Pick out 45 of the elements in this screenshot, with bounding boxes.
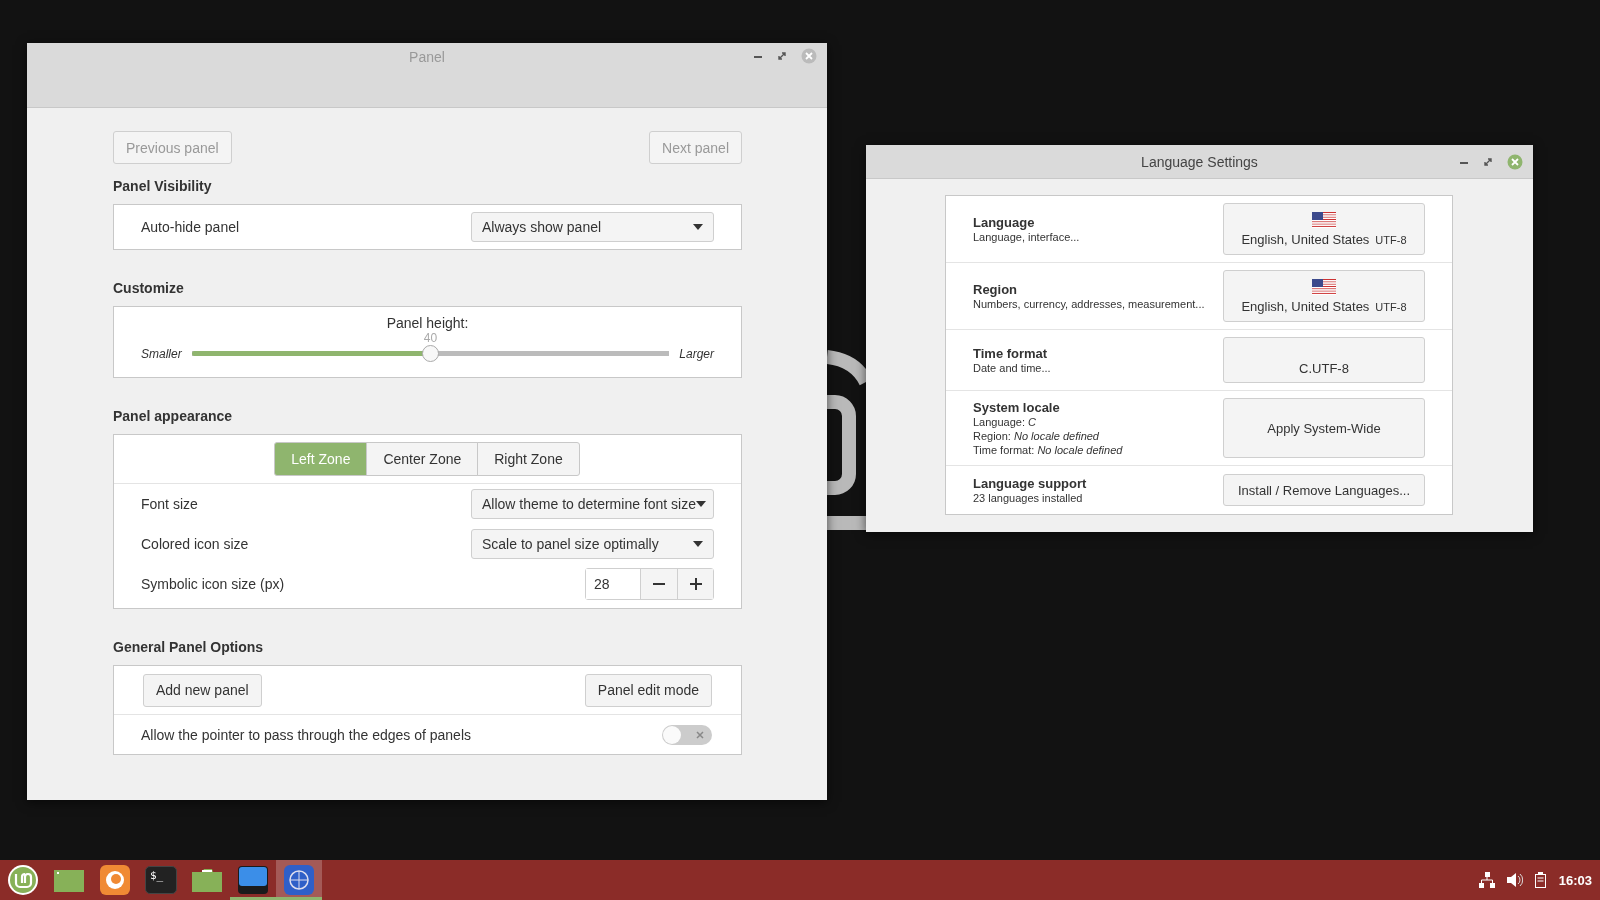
max-label: Larger	[679, 346, 714, 361]
setting-title: Time format	[973, 345, 1049, 361]
setting-description: Date and time...	[973, 360, 1051, 375]
dropdown[interactable]: Allow theme to determine font size	[471, 489, 714, 519]
setting-title: Language support	[973, 475, 1087, 491]
slider-value: 40	[423, 331, 438, 345]
terminal-icon[interactable]: $_	[145, 866, 177, 894]
setting-description: Time format: No locale defined	[973, 442, 1123, 457]
setting-label: Allow the pointer to pass through the edges of panels	[141, 726, 471, 743]
setting-button[interactable]: Install / Remove Languages...	[1223, 474, 1425, 506]
setting-description: Region: No locale defined	[973, 428, 1100, 443]
setting-title: System locale	[973, 399, 1061, 415]
section-heading: Panel appearance	[113, 408, 234, 424]
setting-label: Symbolic icon size (px)	[141, 576, 285, 592]
number-field[interactable]: 28	[586, 569, 641, 599]
add-panel-button[interactable]: Add new panel	[143, 673, 262, 707]
setting-button[interactable]: Apply System-Wide	[1223, 398, 1425, 458]
zone-tab[interactable]: Center Zone	[366, 442, 479, 476]
zone-tab[interactable]: Right Zone	[477, 442, 580, 476]
setting-label: Colored icon size	[141, 536, 249, 552]
window-title: Panel	[409, 48, 445, 65]
window-title: Language Settings	[1141, 153, 1258, 170]
setting-title: Language	[973, 214, 1036, 230]
setting-title: Region	[973, 281, 1019, 297]
setting-button[interactable]: C.UTF-8	[1223, 337, 1425, 383]
section-heading: General Panel Options	[113, 639, 265, 655]
section-heading: Panel Visibility	[113, 178, 213, 194]
edit-mode-button[interactable]: Panel edit mode	[584, 673, 712, 707]
setting-description: Language: C	[973, 415, 1037, 429]
slider-label: Panel height:	[386, 315, 469, 331]
clock[interactable]: 16:03	[1558, 872, 1592, 888]
setting-description: Numbers, currency, addresses, measurement...	[973, 297, 1205, 311]
button-label: English, United States UTF-8	[1241, 298, 1407, 314]
dropdown[interactable]: Always show panel	[471, 212, 714, 242]
setting-label: Font size	[141, 496, 198, 512]
min-label: Smaller	[141, 346, 182, 361]
section-heading: Customize	[113, 280, 185, 296]
setting-button[interactable]: English, United States UTF-8	[1223, 203, 1425, 255]
button-label: English, United States UTF-8	[1241, 231, 1407, 247]
setting-button[interactable]: English, United States UTF-8	[1223, 270, 1425, 322]
setting-label: Auto-hide panel	[141, 219, 240, 235]
setting-description: 23 languages installed	[973, 491, 1084, 505]
dropdown[interactable]: Scale to panel size optimally	[471, 529, 714, 559]
taskbar-button[interactable]: $_	[138, 860, 184, 900]
setting-description: Language, interface...	[973, 230, 1080, 244]
